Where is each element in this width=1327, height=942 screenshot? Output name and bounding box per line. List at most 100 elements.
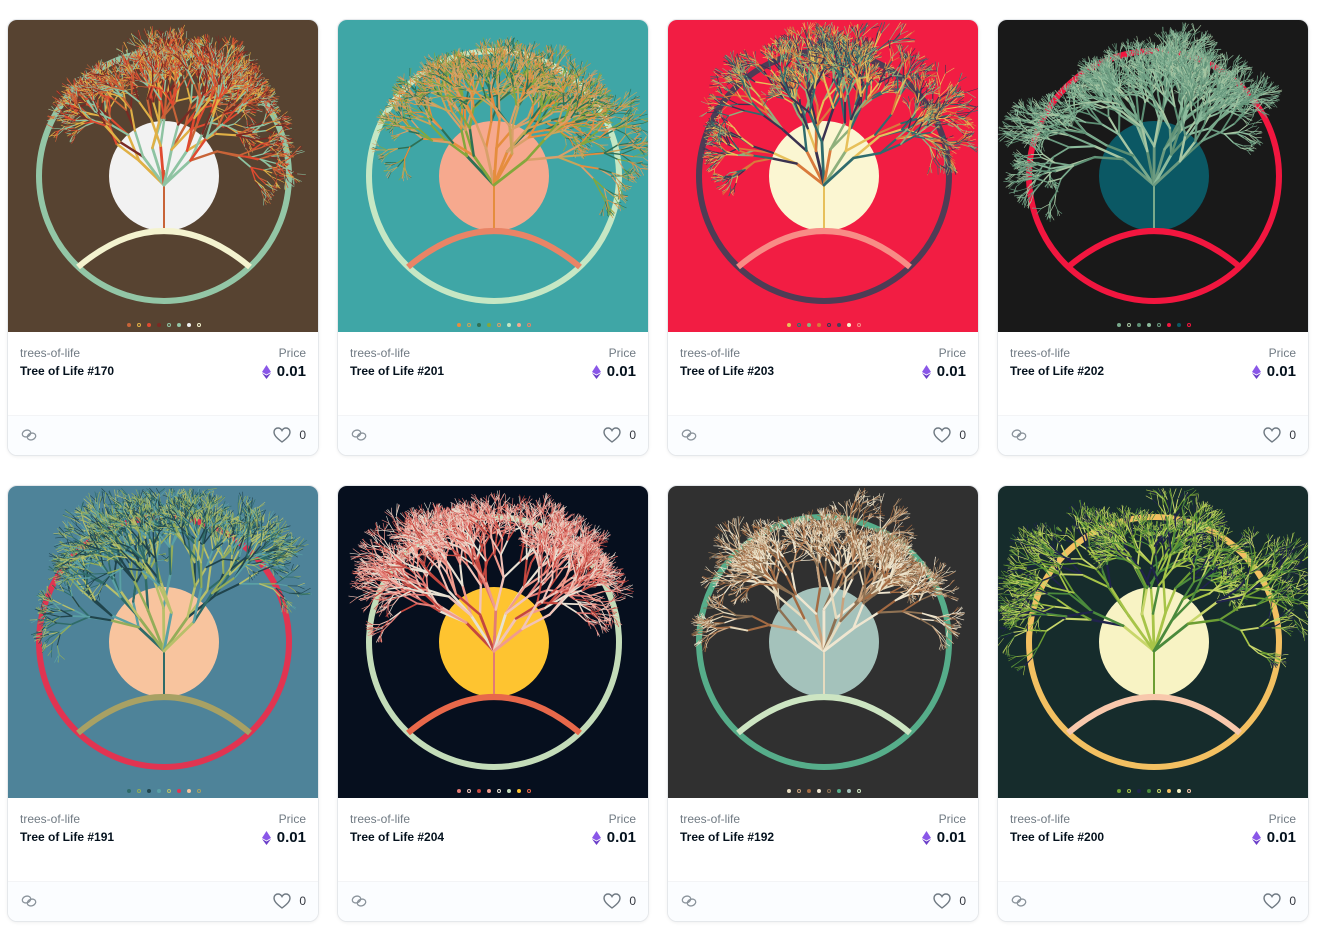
palette-dot bbox=[1137, 789, 1141, 793]
price-amount: 0.01 bbox=[937, 829, 966, 846]
palette-dot bbox=[517, 323, 521, 327]
palette-dot bbox=[167, 323, 171, 327]
asset-image[interactable] bbox=[668, 20, 978, 332]
heart-icon[interactable] bbox=[933, 427, 952, 443]
palette-dot bbox=[527, 323, 531, 327]
palette-dot bbox=[167, 789, 171, 793]
asset-card[interactable]: trees-of-life Tree of Life #200 Price 0.… bbox=[997, 485, 1309, 922]
tree-artwork bbox=[8, 20, 318, 332]
collection-name[interactable]: trees-of-life bbox=[350, 812, 410, 826]
asset-name[interactable]: Tree of Life #201 bbox=[350, 364, 444, 378]
heart-icon[interactable] bbox=[273, 893, 292, 909]
heart-icon[interactable] bbox=[273, 427, 292, 443]
asset-name[interactable]: Tree of Life #191 bbox=[20, 830, 114, 844]
favorite-count: 0 bbox=[1289, 428, 1296, 442]
asset-card[interactable]: trees-of-life Tree of Life #201 Price 0.… bbox=[337, 19, 649, 456]
favorite-button[interactable]: 0 bbox=[933, 427, 966, 443]
asset-name[interactable]: Tree of Life #202 bbox=[1010, 364, 1104, 378]
favorite-button[interactable]: 0 bbox=[273, 893, 306, 909]
heart-icon[interactable] bbox=[933, 893, 952, 909]
tree-artwork bbox=[668, 486, 978, 798]
asset-image[interactable] bbox=[338, 486, 648, 798]
collection-name[interactable]: trees-of-life bbox=[1010, 812, 1070, 826]
asset-name[interactable]: Tree of Life #203 bbox=[680, 364, 774, 378]
heart-icon[interactable] bbox=[1263, 893, 1282, 909]
palette-dot bbox=[847, 323, 851, 327]
favorite-button[interactable]: 0 bbox=[603, 893, 636, 909]
palette-dot bbox=[197, 323, 201, 327]
palette-dot bbox=[457, 323, 461, 327]
tree-artwork bbox=[998, 486, 1308, 798]
link-icon[interactable] bbox=[351, 428, 367, 442]
asset-name[interactable]: Tree of Life #192 bbox=[680, 830, 774, 844]
asset-name[interactable]: Tree of Life #200 bbox=[1010, 830, 1104, 844]
asset-name[interactable]: Tree of Life #170 bbox=[20, 364, 114, 378]
favorite-button[interactable]: 0 bbox=[273, 427, 306, 443]
palette-dot bbox=[827, 323, 831, 327]
link-icon[interactable] bbox=[351, 894, 367, 908]
favorite-count: 0 bbox=[959, 894, 966, 908]
link-icon[interactable] bbox=[21, 894, 37, 908]
link-icon[interactable] bbox=[681, 428, 697, 442]
palette-dots bbox=[668, 323, 978, 327]
asset-name[interactable]: Tree of Life #204 bbox=[350, 830, 444, 844]
palette-dot bbox=[127, 323, 131, 327]
price-label: Price bbox=[279, 346, 306, 360]
palette-dot bbox=[527, 789, 531, 793]
collection-name[interactable]: trees-of-life bbox=[1010, 346, 1070, 360]
price-label: Price bbox=[939, 346, 966, 360]
favorite-count: 0 bbox=[629, 428, 636, 442]
asset-image[interactable] bbox=[338, 20, 648, 332]
palette-dot bbox=[1177, 789, 1181, 793]
price-label: Price bbox=[939, 812, 966, 826]
eth-icon bbox=[921, 830, 931, 845]
collection-name[interactable]: trees-of-life bbox=[20, 346, 80, 360]
price-amount: 0.01 bbox=[607, 829, 636, 846]
price-label: Price bbox=[1269, 346, 1296, 360]
asset-image[interactable] bbox=[8, 486, 318, 798]
link-icon[interactable] bbox=[681, 894, 697, 908]
asset-image[interactable] bbox=[8, 20, 318, 332]
asset-info: trees-of-life Tree of Life #191 Price 0.… bbox=[8, 798, 318, 882]
heart-icon[interactable] bbox=[603, 893, 622, 909]
card-footer: 0 bbox=[998, 881, 1308, 921]
favorite-button[interactable]: 0 bbox=[603, 427, 636, 443]
asset-info: trees-of-life Tree of Life #202 Price 0.… bbox=[998, 332, 1308, 416]
link-icon[interactable] bbox=[1011, 894, 1027, 908]
link-icon[interactable] bbox=[21, 428, 37, 442]
favorite-button[interactable]: 0 bbox=[1263, 427, 1296, 443]
price-value: 0.01 bbox=[261, 363, 306, 380]
heart-icon[interactable] bbox=[603, 427, 622, 443]
palette-dot bbox=[787, 323, 791, 327]
palette-dot bbox=[1147, 323, 1151, 327]
favorite-button[interactable]: 0 bbox=[933, 893, 966, 909]
asset-card[interactable]: trees-of-life Tree of Life #170 Price 0.… bbox=[7, 19, 319, 456]
palette-dot bbox=[507, 323, 511, 327]
heart-icon[interactable] bbox=[1263, 427, 1282, 443]
price-amount: 0.01 bbox=[277, 363, 306, 380]
collection-name[interactable]: trees-of-life bbox=[680, 812, 740, 826]
palette-dot bbox=[187, 789, 191, 793]
asset-image[interactable] bbox=[998, 486, 1308, 798]
asset-card[interactable]: trees-of-life Tree of Life #191 Price 0.… bbox=[7, 485, 319, 922]
palette-dots bbox=[338, 323, 648, 327]
palette-dot bbox=[817, 323, 821, 327]
asset-card[interactable]: trees-of-life Tree of Life #192 Price 0.… bbox=[667, 485, 979, 922]
asset-image[interactable] bbox=[668, 486, 978, 798]
asset-card[interactable]: trees-of-life Tree of Life #202 Price 0.… bbox=[997, 19, 1309, 456]
price-value: 0.01 bbox=[921, 829, 966, 846]
palette-dot bbox=[517, 789, 521, 793]
link-icon[interactable] bbox=[1011, 428, 1027, 442]
asset-card[interactable]: trees-of-life Tree of Life #204 Price 0.… bbox=[337, 485, 649, 922]
asset-info: trees-of-life Tree of Life #203 Price 0.… bbox=[668, 332, 978, 416]
asset-card[interactable]: trees-of-life Tree of Life #203 Price 0.… bbox=[667, 19, 979, 456]
collection-name[interactable]: trees-of-life bbox=[680, 346, 740, 360]
card-footer: 0 bbox=[998, 415, 1308, 455]
asset-image[interactable] bbox=[998, 20, 1308, 332]
collection-name[interactable]: trees-of-life bbox=[350, 346, 410, 360]
palette-dot bbox=[1117, 323, 1121, 327]
favorite-button[interactable]: 0 bbox=[1263, 893, 1296, 909]
palette-dot bbox=[1137, 323, 1141, 327]
price-amount: 0.01 bbox=[1267, 363, 1296, 380]
collection-name[interactable]: trees-of-life bbox=[20, 812, 80, 826]
